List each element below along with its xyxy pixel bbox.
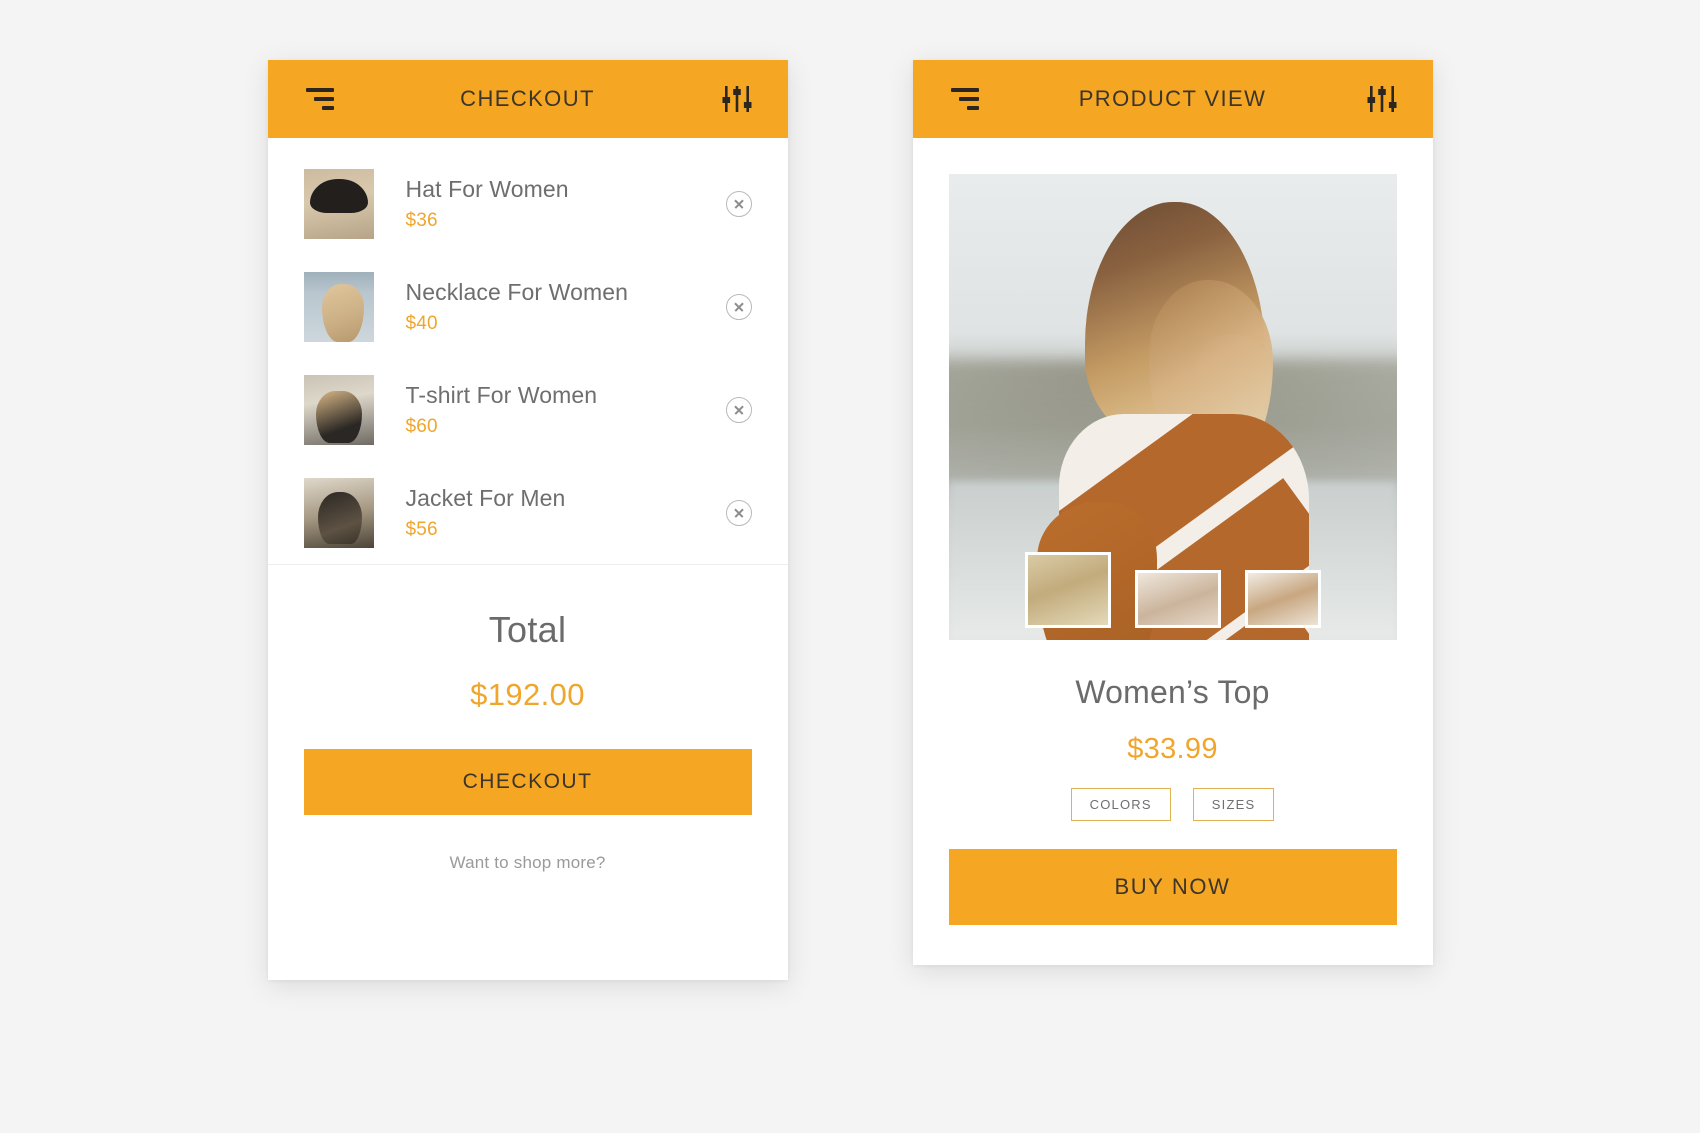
product-name: Jacket For Men (405, 484, 566, 511)
checkout-appbar: CHECKOUT (267, 60, 788, 138)
checkout-button[interactable]: CHECKOUT (303, 749, 752, 815)
cart-item-details: Hat For Women $36 (374, 176, 726, 232)
product-name: Necklace For Women (405, 278, 629, 305)
product-thumbnail (303, 271, 374, 342)
gallery-thumbnail[interactable] (1024, 552, 1111, 628)
page-title: PRODUCT VIEW (1078, 86, 1267, 111)
buy-button-container: BUY NOW (913, 821, 1433, 965)
product-name: Hat For Women (405, 175, 569, 202)
hamburger-icon[interactable] (949, 86, 979, 112)
cart-item-row[interactable]: Necklace For Women $40 (268, 255, 788, 358)
buy-now-button[interactable]: BUY NOW (948, 849, 1397, 925)
cart-item-row[interactable]: Hat For Women $36 (268, 152, 788, 255)
page-title: CHECKOUT (460, 86, 595, 111)
product-option-group: COLORS SIZES (949, 788, 1397, 821)
sliders-filter-icon[interactable] (1367, 85, 1397, 113)
cart-item-details: Necklace For Women $40 (374, 279, 726, 335)
product-hero-image[interactable] (948, 174, 1397, 640)
sliders-filter-icon[interactable] (722, 85, 752, 113)
image-gallery-strip (949, 552, 1397, 628)
product-details: Women’s Top $33.99 COLORS SIZES (913, 640, 1433, 821)
cart-item-list: Hat For Women $36 Necklace For Women $40… (267, 138, 788, 565)
close-circle-icon[interactable] (725, 190, 752, 217)
cart-item-details: T-shirt For Women $60 (374, 382, 726, 438)
hamburger-icon[interactable] (304, 86, 334, 112)
product-thumbnail (303, 374, 374, 445)
checkout-screen: CHECKOUT Hat For Women $36 Necklace For … (267, 60, 788, 980)
screens-container: CHECKOUT Hat For Women $36 Necklace For … (0, 0, 1700, 1133)
product-name: T-shirt For Women (405, 381, 598, 408)
product-thumbnail (303, 168, 374, 239)
product-title: Women’s Top (1075, 674, 1270, 710)
gallery-thumbnail[interactable] (1244, 570, 1321, 628)
product-thumbnail (303, 477, 374, 548)
sizes-option-button[interactable]: SIZES (1192, 788, 1275, 821)
gallery-thumbnail[interactable] (1134, 570, 1221, 628)
total-label: Total (488, 609, 567, 650)
product-view-screen: PRODUCT VIEW Women’s Top $33.99 COLORS S… (912, 60, 1433, 965)
product-appbar: PRODUCT VIEW (912, 60, 1433, 138)
product-price: $60 (405, 415, 438, 437)
colors-option-button[interactable]: COLORS (1070, 788, 1171, 821)
product-price: $36 (405, 209, 438, 231)
product-price: $56 (405, 518, 438, 540)
cart-item-row[interactable]: T-shirt For Women $60 (268, 358, 788, 461)
order-total-section: Total $192.00 CHECKOUT Want to shop more… (268, 565, 788, 980)
close-circle-icon[interactable] (725, 499, 752, 526)
product-price: $33.99 (1127, 733, 1218, 765)
product-price: $40 (405, 312, 438, 334)
shop-more-link[interactable]: Want to shop more? (304, 853, 752, 873)
close-circle-icon[interactable] (725, 396, 752, 423)
cart-item-details: Jacket For Men $56 (374, 485, 726, 541)
cart-item-row[interactable]: Jacket For Men $56 (268, 461, 788, 564)
total-amount: $192.00 (470, 677, 585, 712)
close-circle-icon[interactable] (725, 293, 752, 320)
